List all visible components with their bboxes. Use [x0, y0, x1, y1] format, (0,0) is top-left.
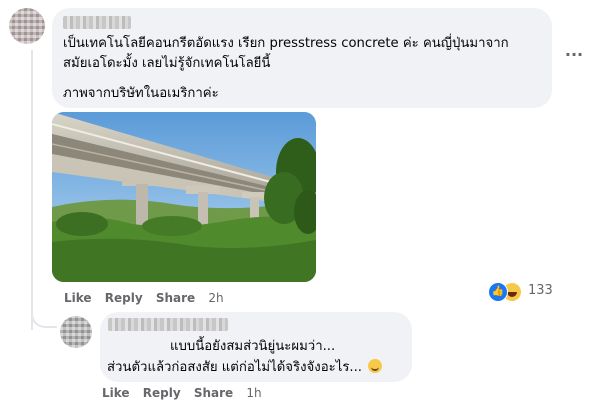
comment-text-segment: ส่วนตัวแล้วก่อสงสัย แต่ก่อไม่ได้จริงจังอ…: [107, 360, 362, 375]
author-name-blurred[interactable]: [108, 318, 228, 331]
more-horizontal-icon[interactable]: ···: [564, 47, 584, 68]
share-button[interactable]: Share: [156, 291, 195, 305]
comment-text-line: ส่วนตัวแล้วก่อสงสัย แต่ก่อไม่ได้จริงจังอ…: [107, 358, 383, 377]
comment-actions: Like Reply Share 2h: [64, 291, 233, 305]
like-button[interactable]: Like: [64, 291, 92, 305]
comment-timestamp[interactable]: 2h: [208, 291, 223, 305]
thread-connector: [31, 296, 57, 328]
reply-button[interactable]: Reply: [105, 291, 143, 305]
like-button[interactable]: Like: [102, 386, 130, 400]
bridge-photo-image: [52, 112, 316, 282]
avatar[interactable]: [9, 8, 45, 44]
thread-line: [31, 50, 33, 330]
share-button[interactable]: Share: [194, 386, 233, 400]
comment-bubble: เป็นเทคโนโลยีคอนกรีตอัดแรง เรียก presstr…: [52, 8, 552, 108]
comment-text-line: เป็นเทคโนโลยีคอนกรีตอัดแรง เรียก presstr…: [63, 36, 509, 51]
comment-photo[interactable]: [52, 112, 316, 282]
avatar[interactable]: [60, 316, 92, 348]
comment-timestamp[interactable]: 1h: [246, 386, 261, 400]
comment-text-line: แบบนี้อยังสมส่วนิยู่นะผมว่า...: [170, 339, 336, 354]
reaction-count: 133: [528, 283, 553, 298]
comment-text-line: ภาพจากบริษัทในอเมริกาค่ะ: [63, 86, 219, 101]
grinning-face-icon: [368, 359, 383, 373]
reply-button[interactable]: Reply: [143, 386, 181, 400]
comment-text-line: สมัยเอโดะมั้ง เลยไม่รู้จักเทคโนโลยีนี้: [63, 56, 271, 71]
comment-actions: Like Reply Share 1h: [102, 386, 271, 400]
author-name-blurred[interactable]: [63, 16, 131, 29]
like-icon: [488, 282, 508, 302]
comment-bubble: แบบนี้อยังสมส่วนิยู่นะผมว่า... ส่วนตัวแล…: [100, 312, 412, 382]
